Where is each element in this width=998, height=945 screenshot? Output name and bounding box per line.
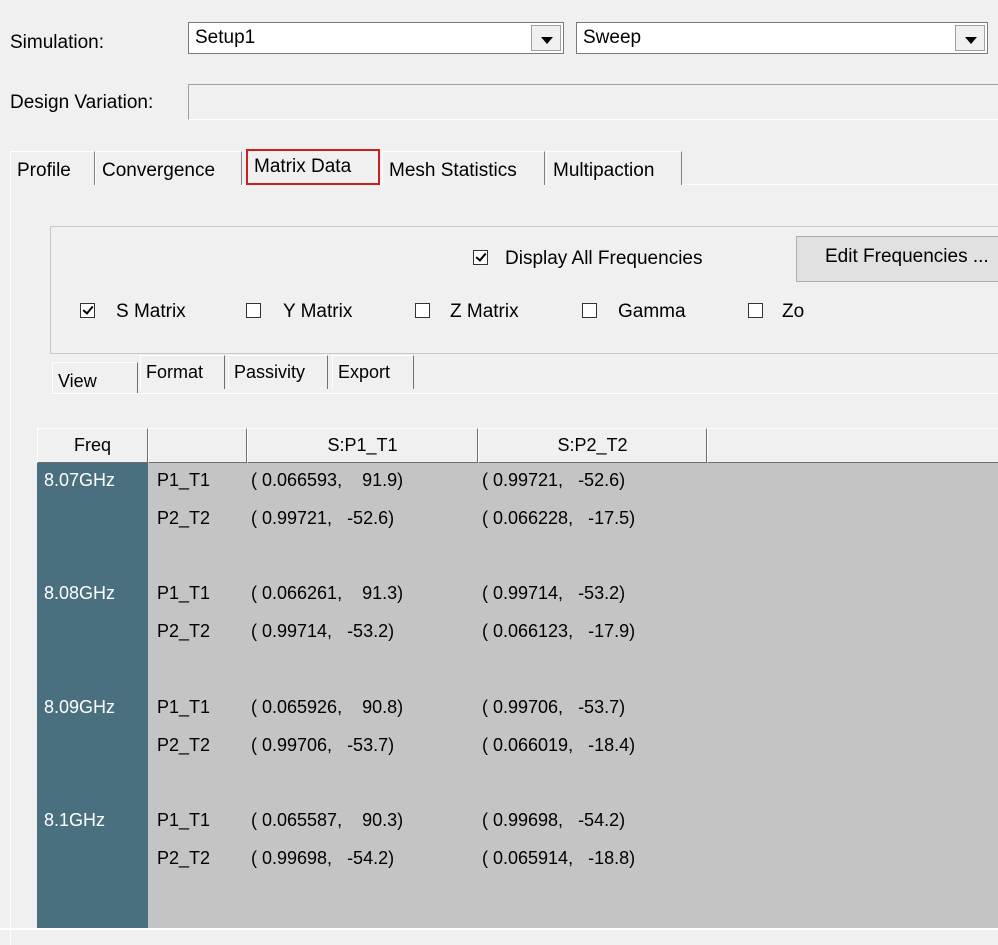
port-cell: P1_T1	[157, 810, 211, 830]
header-filler	[707, 428, 998, 463]
port-cell: P1_T1	[157, 470, 211, 490]
edit-frequencies-button[interactable]: Edit Frequencies ...	[796, 236, 998, 282]
s-p1-t1-cell: ( 0.99714, -53.2)	[251, 621, 395, 641]
sweep-select[interactable]: Sweep	[576, 22, 988, 54]
s-p1-t1-cell: ( 0.066261, 91.3)	[251, 583, 404, 603]
s-matrix-label: S Matrix	[116, 301, 186, 322]
setup-select-value: Setup1	[195, 27, 256, 48]
s-p1-t1-cell: ( 0.065926, 90.8)	[251, 697, 404, 717]
s-p2-t2-cell: ( 0.99706, -53.7)	[482, 697, 626, 717]
s-p1-t1-cell: ( 0.99698, -54.2)	[251, 848, 395, 868]
port-cell: P2_T2	[157, 508, 211, 528]
sweep-select-value: Sweep	[583, 27, 642, 48]
s-p1-t1-cell: ( 0.99721, -52.6)	[251, 508, 395, 528]
display-all-frequencies-label: Display All Frequencies	[505, 248, 703, 269]
port-cell: P2_T2	[157, 848, 211, 868]
s-matrix-checkbox[interactable]	[80, 303, 95, 318]
s-p2-t2-cell: ( 0.066228, -17.5)	[482, 508, 636, 528]
zo-label: Zo	[782, 301, 805, 322]
s-p2-t2-cell: ( 0.99714, -53.2)	[482, 583, 626, 603]
freq-cell: 8.07GHz	[44, 470, 116, 490]
tab-mesh-statistics[interactable]: Mesh Statistics	[382, 151, 545, 185]
subtab-format[interactable]: Format	[140, 355, 225, 389]
header-s-p1-t1[interactable]: S:P1_T1	[247, 428, 478, 463]
freq-cell: 8.09GHz	[44, 697, 116, 717]
subtab-divider	[52, 393, 998, 394]
z-matrix-checkbox[interactable]	[415, 303, 430, 318]
zo-checkbox[interactable]	[748, 303, 763, 318]
port-cell: P2_T2	[157, 735, 211, 755]
z-matrix-label: Z Matrix	[450, 301, 519, 322]
setup-select[interactable]: Setup1	[188, 22, 564, 54]
design-variation-label: Design Variation:	[10, 92, 154, 113]
tab-convergence[interactable]: Convergence	[95, 151, 242, 185]
s-p2-t2-cell: ( 0.066123, -17.9)	[482, 621, 636, 641]
chevron-down-icon[interactable]	[955, 25, 985, 51]
design-variation-field	[188, 84, 998, 120]
tab-multipaction[interactable]: Multipaction	[546, 151, 682, 185]
freq-cell: 8.08GHz	[44, 583, 116, 603]
header-port[interactable]	[148, 428, 247, 463]
tab-profile[interactable]: Profile	[10, 151, 95, 185]
s-p2-t2-cell: ( 0.99721, -52.6)	[482, 470, 626, 490]
simulation-label: Simulation:	[10, 32, 104, 53]
s-p2-t2-cell: ( 0.066019, -18.4)	[482, 735, 636, 755]
s-p2-t2-cell: ( 0.99698, -54.2)	[482, 810, 626, 830]
gamma-label: Gamma	[618, 301, 686, 322]
chevron-down-icon[interactable]	[531, 25, 561, 51]
port-cell: P1_T1	[157, 697, 211, 717]
header-s-p2-t2[interactable]: S:P2_T2	[478, 428, 707, 463]
gamma-checkbox[interactable]	[582, 303, 597, 318]
subtab-view[interactable]: View	[52, 362, 138, 394]
header-freq[interactable]: Freq	[37, 428, 148, 463]
s-p2-t2-cell: ( 0.065914, -18.8)	[482, 848, 636, 868]
s-p1-t1-cell: ( 0.065587, 90.3)	[251, 810, 404, 830]
tab-matrix-data[interactable]: Matrix Data	[246, 149, 380, 185]
y-matrix-checkbox[interactable]	[246, 303, 261, 318]
y-matrix-label: Y Matrix	[283, 301, 353, 322]
display-all-frequencies-checkbox[interactable]	[473, 250, 488, 265]
freq-cell: 8.1GHz	[44, 810, 106, 830]
port-cell: P1_T1	[157, 583, 211, 603]
subtab-export[interactable]: Export	[332, 355, 414, 389]
s-p1-t1-cell: ( 0.99706, -53.7)	[251, 735, 395, 755]
subtab-passivity[interactable]: Passivity	[228, 355, 328, 389]
port-cell: P2_T2	[157, 621, 211, 641]
s-p1-t1-cell: ( 0.066593, 91.9)	[251, 470, 404, 490]
